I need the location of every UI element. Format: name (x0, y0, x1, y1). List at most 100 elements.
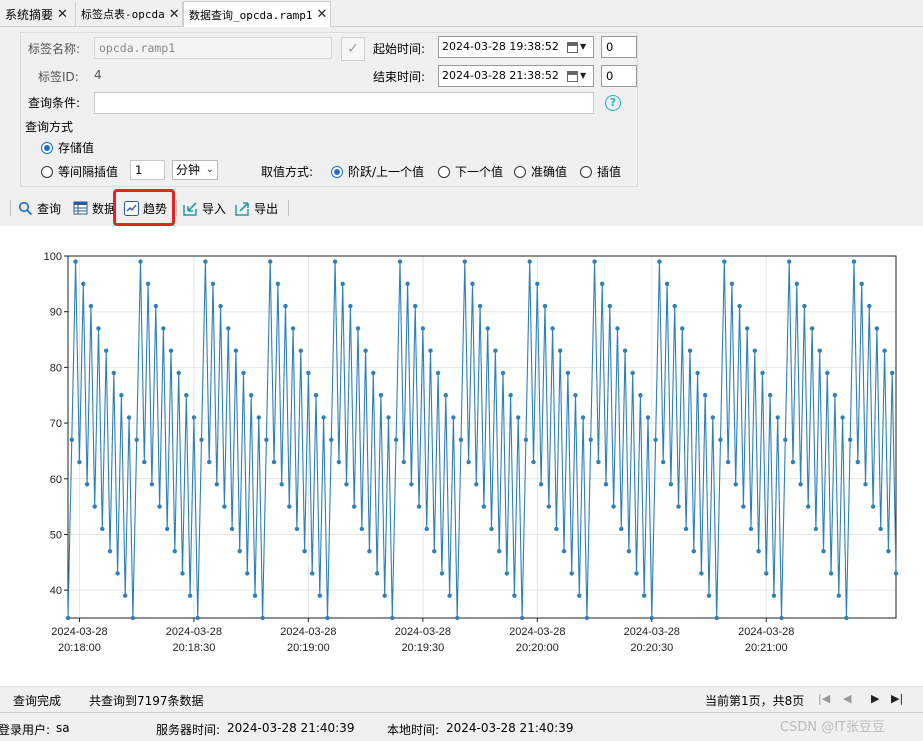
x-tick-label-time: 20:20:00 (516, 642, 559, 654)
data-point (851, 259, 857, 264)
tab-data-query[interactable]: 数据查询_opcda.ramp1 ✕ (183, 1, 331, 27)
data-point (180, 571, 185, 576)
data-point (642, 593, 647, 598)
data-point (348, 303, 353, 309)
data-point (428, 348, 433, 353)
data-point (489, 526, 494, 532)
data-point (676, 504, 681, 509)
data-point (741, 504, 746, 509)
data-point (531, 459, 536, 465)
radio-label: 插值 (597, 165, 622, 179)
data-point (767, 393, 773, 398)
radio-stored-value[interactable]: 存储值 (41, 139, 94, 156)
query-mode-label: 查询方式 (25, 120, 74, 134)
data-point (752, 348, 757, 353)
prev-page-icon[interactable]: ◀ (843, 692, 851, 705)
radio-dot (331, 165, 343, 178)
data-point (455, 615, 460, 621)
help-icon[interactable]: ? (605, 95, 621, 111)
data-point (393, 437, 399, 442)
first-page-icon[interactable]: |◀ (818, 692, 830, 705)
data-point (203, 259, 208, 264)
data-point (809, 326, 815, 331)
data-point (859, 281, 864, 286)
data-point (77, 459, 82, 465)
data-point (416, 504, 422, 509)
calendar-icon[interactable]: ▼ (567, 68, 591, 84)
data-point (317, 593, 322, 598)
data-point (355, 326, 361, 331)
interval-unit-select[interactable]: 分钟 ⌄ (172, 160, 218, 180)
tab-tag-table[interactable]: 标签点表-opcda ✕ (76, 2, 183, 26)
export-button[interactable]: 导出 (234, 198, 278, 218)
radio-method-interp[interactable]: 插值 (580, 163, 621, 180)
interval-value-input[interactable]: 1 (130, 160, 165, 180)
data-point (771, 593, 777, 598)
tag-id-label: 标签ID: (38, 70, 79, 84)
data-point (817, 348, 822, 353)
data-point (657, 259, 662, 264)
data-point (867, 303, 872, 309)
radio-interval-interp[interactable]: 等间隔插值 (41, 163, 118, 180)
tag-name-input[interactable]: opcda.ramp1 (94, 37, 332, 59)
query-button[interactable]: 查询 (18, 198, 61, 218)
radio-dot (514, 165, 526, 178)
last-page-icon[interactable]: ▶| (891, 692, 903, 705)
y-tick-label: 90 (50, 307, 62, 319)
x-tick-label-time: 20:18:30 (173, 642, 216, 654)
tab-system-summary[interactable]: 系统摘要 ✕ (0, 2, 76, 26)
tag-id-value: 4 (94, 68, 102, 82)
data-point (634, 571, 639, 576)
data-point (775, 415, 780, 420)
data-point (729, 281, 735, 286)
data-point (714, 615, 719, 621)
data-point (73, 259, 78, 264)
start-time-picker[interactable]: 2024-03-28 19:38:52 ▼ (438, 36, 594, 58)
radio-method-next[interactable]: 下一个值 (438, 163, 503, 180)
checkmark-icon[interactable]: ✓ (341, 37, 365, 61)
next-page-icon[interactable]: ▶ (871, 692, 879, 705)
data-point (165, 526, 170, 532)
end-ms-input[interactable]: 0 (601, 65, 637, 87)
close-icon[interactable]: ✕ (316, 7, 327, 22)
data-point (401, 459, 406, 465)
radio-method-previous[interactable]: 阶跃/上一个值 (331, 163, 424, 180)
end-time-value: 2024-03-28 21:38:52 (442, 69, 559, 82)
end-time-picker[interactable]: 2024-03-28 21:38:52 ▼ (438, 65, 594, 87)
close-icon[interactable]: ✕ (169, 7, 180, 22)
data-point (153, 303, 158, 309)
data-point (794, 281, 799, 286)
data-point (760, 370, 765, 376)
calendar-icon[interactable]: ▼ (567, 39, 591, 55)
data-point (710, 415, 715, 420)
data-point (561, 549, 567, 554)
trend-chart[interactable]: 40 50 60 70 80 90 100 2024-03-28 20:18:00 2024-03… (0, 226, 923, 686)
data-point (371, 370, 376, 376)
radio-label: 准确值 (531, 165, 568, 179)
data-point (802, 303, 807, 309)
data-point (870, 504, 876, 509)
data-point (359, 526, 364, 532)
data-point (680, 326, 685, 331)
radio-method-exact[interactable]: 准确值 (514, 163, 567, 180)
toolbar-separator (288, 200, 289, 216)
data-point (672, 303, 677, 309)
data-point (497, 549, 502, 554)
query-condition-input[interactable] (94, 92, 594, 114)
data-point (691, 549, 696, 554)
tag-name-label: 标签名称: (28, 42, 81, 56)
import-button[interactable]: 导入 (182, 198, 226, 218)
x-tick-label-date: 2024-03-28 (166, 626, 222, 638)
login-user-label: 登录用户: (0, 723, 51, 737)
y-tick-label: 40 (50, 585, 62, 597)
start-ms-input[interactable]: 0 (601, 36, 637, 58)
close-icon[interactable]: ✕ (57, 7, 68, 22)
data-point (130, 615, 136, 621)
query-condition-label: 查询条件: (28, 96, 81, 110)
data-point (325, 615, 330, 621)
data-point (321, 415, 326, 420)
data-point (386, 415, 391, 420)
data-point (138, 259, 143, 264)
data-point (516, 415, 521, 420)
data-button[interactable]: 数据 (73, 198, 116, 218)
